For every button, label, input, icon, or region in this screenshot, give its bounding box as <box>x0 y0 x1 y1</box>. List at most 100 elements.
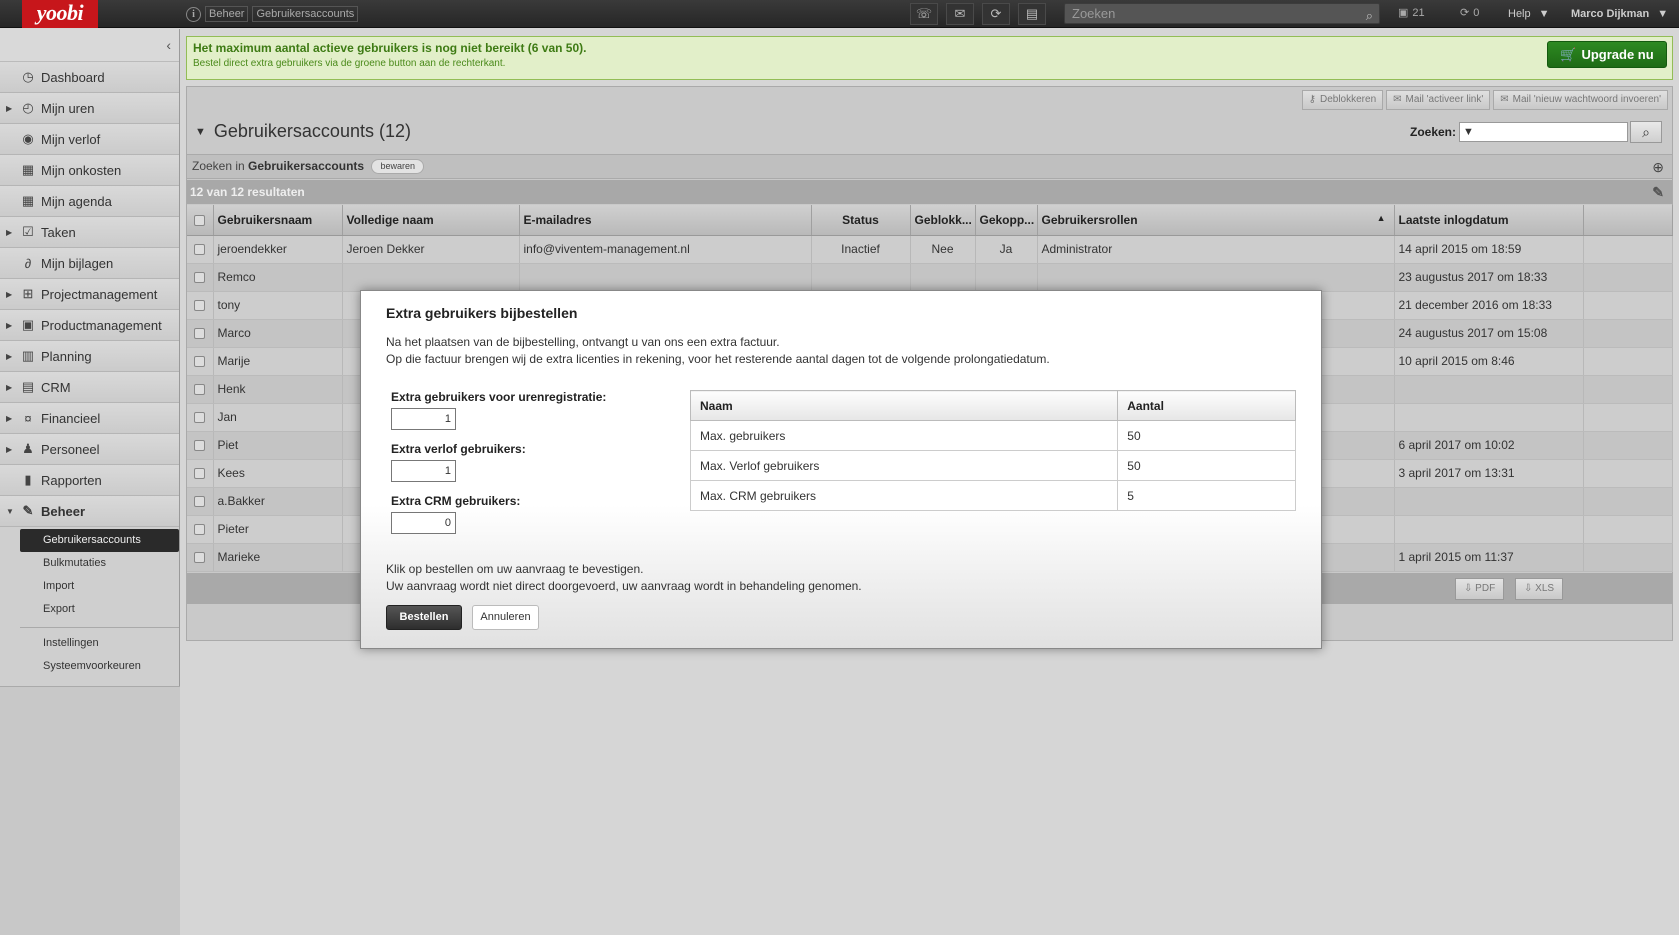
table-row[interactable]: jeroendekker Jeroen Dekker info@viventem-m… <box>187 235 1673 264</box>
global-search-input[interactable]: Zoeken ⌕ <box>1064 3 1380 24</box>
checkbox[interactable] <box>194 384 206 396</box>
row-select[interactable] <box>187 263 214 292</box>
export-xls-button[interactable]: ⇩ XLS <box>1515 578 1564 600</box>
sidebar-subitem-import[interactable]: Import <box>0 575 179 598</box>
sidebar-item-mijn-verlof[interactable]: ◉ Mijn verlof <box>0 124 179 155</box>
checkbox[interactable] <box>194 524 206 536</box>
row-select[interactable] <box>187 543 214 572</box>
checkbox[interactable] <box>194 300 206 312</box>
sidebar-item-projectmanagement[interactable]: ▶ ⊞ Projectmanagement <box>0 279 179 310</box>
panel-search-input[interactable]: ▼ <box>1459 122 1628 142</box>
sidebar-item-productmanagement[interactable]: ▶ ▣ Productmanagement <box>0 310 179 341</box>
row-select[interactable] <box>187 347 214 376</box>
search-button[interactable]: ⌕ <box>1630 121 1662 143</box>
checkbox[interactable] <box>194 468 206 480</box>
extra-time-users-input[interactable] <box>391 408 456 430</box>
tasks-count: 21 <box>1412 6 1425 19</box>
unblock-button[interactable]: ⚷ Deblokkeren <box>1301 90 1384 110</box>
cell-username: Pieter <box>213 515 343 544</box>
column-header-last-login[interactable]: Laatste inlogdatum <box>1394 205 1584 236</box>
column-header-email[interactable]: E-mailadres <box>519 205 812 236</box>
row-select[interactable] <box>187 515 214 544</box>
mail-icon[interactable]: ✉ <box>946 3 974 25</box>
checkbox[interactable] <box>194 440 206 452</box>
checkbox[interactable] <box>194 356 206 368</box>
sidebar-item-planning[interactable]: ▶ ▥ Planning <box>0 341 179 372</box>
sidebar-item-mijn-bijlagen[interactable]: ∂ Mijn bijlagen <box>0 248 179 279</box>
panel-title[interactable]: ▼ Gebruikersaccounts (12) <box>195 121 411 142</box>
checkbox[interactable] <box>194 412 206 424</box>
cancel-button[interactable]: Annuleren <box>472 605 539 630</box>
document-icon[interactable]: ▤ <box>1018 3 1046 25</box>
expanded-arrow-icon: ▼ <box>6 506 14 516</box>
column-header-linked[interactable]: Gekopp... <box>975 205 1038 236</box>
row-select[interactable] <box>187 319 214 348</box>
row-select[interactable] <box>187 235 214 264</box>
checkbox[interactable] <box>194 244 206 256</box>
sidebar-subitem-bulkmutaties[interactable]: Bulkmutaties <box>0 552 179 575</box>
sidebar-item-crm[interactable]: ▶ ▤ CRM <box>0 372 179 403</box>
column-header-full-name[interactable]: Volledige naam <box>342 205 520 236</box>
column-header-blocked[interactable]: Geblokk... <box>910 205 976 236</box>
row-select[interactable] <box>187 291 214 320</box>
main-content: Het maximum aantal actieve gebruikers is… <box>186 36 1673 641</box>
row-select[interactable] <box>187 375 214 404</box>
panel-actions: ⚷ Deblokkeren ✉ Mail 'activeer link' ✉ Mail… <box>1301 90 1668 110</box>
sync-counter[interactable]: ⟳ 0 <box>1460 6 1479 20</box>
extra-leave-users-input[interactable] <box>391 460 456 482</box>
select-all-checkbox[interactable] <box>187 205 214 236</box>
extra-crm-users-input[interactable] <box>391 512 456 534</box>
row-select[interactable] <box>187 487 214 516</box>
export-pdf-button[interactable]: ⇩ PDF <box>1455 578 1505 600</box>
sidebar-item-mijn-uren[interactable]: ▶ ◴ Mijn uren <box>0 93 179 124</box>
sidebar-item-rapporten[interactable]: ▮ Rapporten <box>0 465 179 496</box>
sidebar-item-label: Mijn uren <box>41 100 95 116</box>
phone-icon[interactable]: ☏ <box>910 3 938 25</box>
sidebar-item-dashboard[interactable]: ◷ Dashboard <box>0 62 179 93</box>
upgrade-button[interactable]: 🛒 Upgrade nu <box>1547 41 1667 68</box>
sidebar-subitem-export[interactable]: Export <box>0 598 179 621</box>
checkbox[interactable] <box>194 552 206 564</box>
user-menu[interactable]: Marco Dijkman ▼ <box>1571 4 1668 24</box>
column-header-roles[interactable]: Gebruikersrollen ▲ <box>1037 205 1395 236</box>
add-icon[interactable]: ⊕ <box>1652 156 1664 179</box>
mail-activate-link-button[interactable]: ✉ Mail 'activeer link' <box>1386 90 1491 110</box>
collapse-panel-icon[interactable]: ▼ <box>195 126 206 138</box>
sidebar-item-mijn-onkosten[interactable]: ▦ Mijn onkosten <box>0 155 179 186</box>
order-button[interactable]: Bestellen <box>386 605 462 630</box>
checkbox[interactable] <box>194 328 206 340</box>
yoobi-logo[interactable]: yoobi <box>22 0 98 28</box>
save-search-button[interactable]: bewaren <box>371 159 424 175</box>
breadcrumb-item-beheer[interactable]: Beheer <box>205 6 249 22</box>
table-row[interactable]: Remco 23 augustus 2017 om 18:33 <box>187 263 1673 292</box>
checkbox[interactable] <box>194 272 206 284</box>
help-menu[interactable]: Help ▼ <box>1508 4 1550 24</box>
cell-spacer <box>1583 291 1673 320</box>
row-select[interactable] <box>187 403 214 432</box>
mail-new-password-button[interactable]: ✉ Mail 'nieuw wachtwoord invoeren' <box>1493 90 1668 110</box>
breadcrumb-item-gebruikersaccounts[interactable]: Gebruikersaccounts <box>252 6 359 22</box>
info-icon[interactable]: i <box>186 6 201 22</box>
wrench-icon[interactable]: ✎ <box>1652 180 1664 204</box>
piggy-bank-icon: ◉ <box>22 131 34 146</box>
sidebar-item-mijn-agenda[interactable]: ▦ Mijn agenda <box>0 186 179 217</box>
collapse-sidebar-icon[interactable]: ‹ <box>166 37 171 53</box>
sidebar-item-taken[interactable]: ▶ ☑ Taken <box>0 217 179 248</box>
checkbox[interactable] <box>194 215 206 227</box>
search-icon[interactable]: ⌕ <box>1366 6 1373 25</box>
global-search-placeholder: Zoeken <box>1072 6 1116 21</box>
limit-name: Max. CRM gebruikers <box>689 480 1119 511</box>
column-header-status[interactable]: Status <box>811 205 911 236</box>
sidebar-subitem-systeemvoorkeuren[interactable]: Systeemvoorkeuren <box>0 655 179 678</box>
checkbox[interactable] <box>194 496 206 508</box>
row-select[interactable] <box>187 459 214 488</box>
sidebar-subitem-instellingen[interactable]: Instellingen <box>0 632 179 655</box>
refresh-icon[interactable]: ⟳ <box>982 3 1010 25</box>
sidebar-subitem-gebruikersaccounts[interactable]: Gebruikersaccounts <box>20 529 179 552</box>
row-select[interactable] <box>187 431 214 460</box>
sidebar-item-beheer[interactable]: ▼ ✎ Beheer <box>0 496 179 527</box>
tasks-counter[interactable]: ▣ 21 <box>1398 6 1425 20</box>
sidebar-item-financieel[interactable]: ▶ ¤ Financieel <box>0 403 179 434</box>
column-header-username[interactable]: Gebruikersnaam <box>213 205 343 236</box>
sidebar-item-personeel[interactable]: ▶ ♟ Personeel <box>0 434 179 465</box>
